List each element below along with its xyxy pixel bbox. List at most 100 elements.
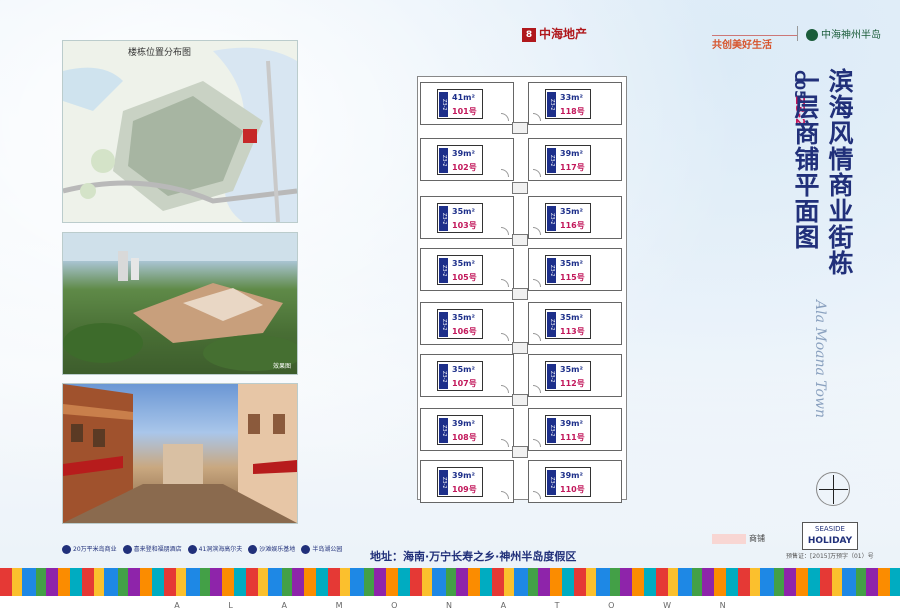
unit-number: 106号 — [452, 327, 477, 336]
shop-unit: Z3-2 39m² 109号 — [420, 460, 514, 503]
unit-number: 113号 — [560, 327, 585, 336]
unit-number: 108号 — [452, 433, 477, 442]
utility-core — [512, 234, 528, 246]
project-brand: 中海神州半岛 — [797, 26, 881, 41]
unit-badge: Z3-2 — [547, 92, 556, 117]
unit-tag: Z3-2 39m² 111号 — [545, 415, 591, 445]
shop-unit: Z3-2 35m² 107号 — [420, 354, 514, 397]
legend-swatch — [712, 533, 746, 544]
door-icon — [501, 333, 509, 341]
utility-core — [512, 446, 528, 458]
aerial-note: 效果图 — [272, 363, 291, 370]
unit-tag: Z3-2 35m² 116号 — [545, 203, 591, 233]
unit-number: 116号 — [560, 221, 585, 230]
brand-slogan: 共创美好生活 — [712, 40, 772, 51]
unit-number: 109号 — [452, 485, 477, 494]
door-icon — [533, 113, 541, 121]
bottom-letter: A — [281, 601, 287, 610]
feature-icon — [122, 545, 132, 554]
feature-label: 41洞滨海高尔夫 — [198, 546, 243, 553]
unit-badge: Z3-2 — [439, 148, 448, 173]
holiday-line2: HOLIDAY — [807, 536, 853, 546]
unit-area: 39m² — [452, 419, 475, 428]
street-drawing — [63, 384, 297, 523]
door-icon — [533, 333, 541, 341]
unit-badge: Z3-2 — [439, 92, 448, 117]
floor-plan: Z3-2 41m² 101号 Z3-2 33m² 118号 Z3-2 39m² 102号 Z3-2… — [400, 62, 640, 514]
skyline-icon — [712, 16, 797, 36]
unit-badge: Z3-2 — [547, 206, 556, 231]
door-icon — [533, 439, 541, 447]
door-icon — [533, 385, 541, 393]
unit-badge: Z3-2 — [439, 258, 448, 283]
shop-unit: Z3-2 35m² 106号 — [420, 302, 514, 345]
feature-icon — [187, 545, 197, 554]
unit-badge: Z3-2 — [547, 418, 556, 443]
unit-badge: Z3-2 — [547, 258, 556, 283]
unit-tag: Z3-2 35m² 107号 — [437, 361, 483, 391]
unit-tag: Z3-2 35m² 112号 — [545, 361, 591, 391]
decorative-band — [0, 568, 900, 596]
shop-unit: Z3-2 35m² 115号 — [528, 248, 622, 291]
unit-tag: Z3-2 35m² 106号 — [437, 309, 483, 339]
unit-area: 35m² — [560, 365, 583, 374]
developer-logo-icon: 8 — [522, 27, 536, 42]
bottom-letter: M — [335, 601, 343, 610]
unit-badge: Z3-2 — [439, 418, 448, 443]
door-icon — [501, 227, 509, 235]
unit-area: 35m² — [452, 313, 475, 322]
feature-label: 喜来登和福朋酒店 — [133, 546, 182, 553]
holiday-line1: SEASIDE — [815, 525, 845, 533]
address: 地址：海南·万宁长寿之乡·神州半岛度假区 — [370, 550, 577, 563]
map-title: 楼栋位置分布图 — [128, 48, 192, 58]
unit-badge: Z3-2 — [439, 312, 448, 337]
unit-number: 115号 — [560, 273, 585, 282]
shop-unit: Z3-2 35m² 116号 — [528, 196, 622, 239]
unit-badge: Z3-2 — [547, 364, 556, 389]
unit-badge: Z3-2 — [439, 206, 448, 231]
unit-area: 35m² — [452, 207, 475, 216]
unit-area: 39m² — [452, 471, 475, 480]
door-icon — [533, 169, 541, 177]
unit-badge: Z3-2 — [547, 312, 556, 337]
legend: 商铺 — [712, 533, 765, 544]
utility-core — [512, 122, 528, 134]
unit-area: 35m² — [452, 259, 475, 268]
bottom-letters: ALAMONATOWN — [0, 596, 900, 615]
feature-icon — [62, 545, 71, 554]
door-icon — [533, 227, 541, 235]
unit-badge: Z3-2 — [547, 470, 556, 495]
bottom-letter: L — [228, 601, 233, 610]
shop-unit: Z3-2 39m² 108号 — [420, 408, 514, 451]
unit-area: 35m² — [560, 313, 583, 322]
shop-unit: Z3-2 35m² 103号 — [420, 196, 514, 239]
unit-number: 118号 — [560, 107, 585, 116]
unit-tag: Z3-2 39m² 109号 — [437, 467, 483, 497]
feature-list: 20万平米岛商业 喜来登和福朋酒店 41洞滨海高尔夫 沙滩娱乐基地 半岛湖公园 — [62, 545, 362, 567]
street-rendering-image — [62, 383, 298, 524]
bottom-letter: O — [608, 601, 615, 610]
unit-number: 103号 — [452, 221, 477, 230]
door-icon — [501, 113, 509, 121]
unit-tag: Z3-2 35m² 105号 — [437, 255, 483, 285]
unit-tag: Z3-2 39m² 117号 — [545, 145, 591, 175]
utility-core — [512, 342, 528, 354]
unit-number: 117号 — [560, 163, 585, 172]
door-icon — [533, 491, 541, 499]
unit-area: 35m² — [452, 365, 475, 374]
bottom-letter: N — [719, 601, 726, 610]
bottom-letter: W — [663, 601, 671, 610]
developer-name: 中海地产 — [539, 27, 588, 41]
feature-label: 半岛湖公园 — [312, 546, 343, 553]
shop-unit: Z3-2 39m² 111号 — [528, 408, 622, 451]
unit-area: 39m² — [560, 419, 583, 428]
unit-number: 110号 — [560, 485, 585, 494]
unit-area: 39m² — [560, 471, 583, 480]
feature-label: 20万平米岛商业 — [73, 546, 117, 553]
project-name: 中海神州半岛 — [821, 30, 881, 41]
site-map-drawing — [62, 41, 298, 223]
script-logo-text: Ala Moana Town — [812, 300, 828, 418]
utility-core — [512, 394, 528, 406]
seaside-holiday-logo: SEASIDE HOLIDAY — [802, 522, 858, 550]
developer-brand: 8 中海地产 — [522, 25, 587, 42]
